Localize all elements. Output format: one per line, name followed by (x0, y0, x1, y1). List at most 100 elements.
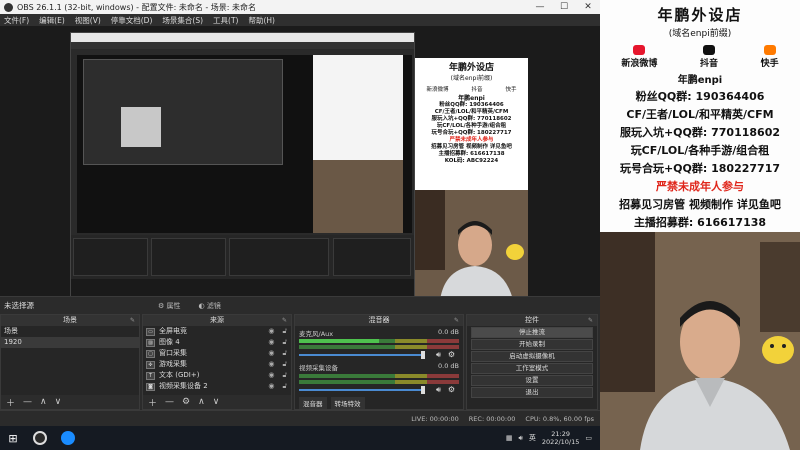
preview-canvas[interactable]: 年鹏外设店 (域名enpi前缀) 新浪微博 抖音 快手 年鹏enpi 粉丝QQ群… (0, 26, 600, 300)
menu-edit[interactable]: 编辑(E) (39, 15, 65, 26)
speaker-icon[interactable]: 🔊︎ (436, 350, 441, 360)
eye-icon[interactable]: ◉ (268, 381, 274, 392)
nested-social-douyin: 抖音 (471, 87, 483, 93)
lock-icon[interactable]: 🔓︎ (282, 381, 287, 392)
filters-button[interactable]: ◐ 滤镜 (199, 301, 221, 311)
volume-icon[interactable]: 🔊︎ (518, 434, 522, 443)
volume-slider[interactable]: 🔊︎ ⚙ (299, 385, 459, 395)
eye-icon[interactable]: ◉ (268, 337, 274, 348)
dock-float-icon[interactable]: ✎ (588, 315, 593, 326)
settings-button[interactable]: 设置 (471, 375, 593, 386)
slider-knob[interactable] (421, 386, 425, 394)
input-language[interactable]: 英 (529, 433, 536, 443)
scene-item[interactable]: 场景 (1, 326, 139, 337)
channel-name: 视频采集设备 (299, 364, 338, 372)
info-line: CF/王者/LOL/和平精英/CFM (626, 108, 774, 121)
network-icon[interactable]: ▦ (506, 434, 513, 442)
virtual-camera-button[interactable]: 启动虚拟摄像机 (471, 351, 593, 362)
nested-thumb (121, 107, 161, 147)
source-item[interactable]: T 文本 (GDI+) ◉ 🔓︎ (143, 370, 291, 381)
eye-icon[interactable]: ◉ (268, 359, 274, 370)
scenes-title: 场景 (63, 316, 77, 324)
controls-dock: 控件 ✎ 停止推流 开始录制 启动虚拟摄像机 工作室模式 设置 退出 (466, 314, 598, 410)
move-down-icon[interactable]: ∨ (55, 397, 62, 407)
gear-icon[interactable]: ⚙ (448, 350, 455, 359)
tab-mixer[interactable]: 混音器 (299, 397, 327, 409)
lock-icon[interactable]: 🔓︎ (282, 326, 287, 337)
gear-icon[interactable]: ⚙ (448, 385, 455, 394)
lock-icon[interactable]: 🔓︎ (282, 337, 287, 348)
remove-icon[interactable]: — (23, 397, 32, 407)
notification-icon[interactable]: ▭ (585, 434, 592, 442)
dock-float-icon[interactable]: ✎ (130, 315, 135, 326)
volume-meter (299, 345, 459, 349)
windows-start-icon[interactable]: ⊞ (0, 432, 26, 445)
dock-float-icon[interactable]: ✎ (454, 315, 459, 326)
studio-mode-button[interactable]: 工作室模式 (471, 363, 593, 374)
weibo-icon (633, 45, 646, 55)
volume-slider[interactable]: 🔊︎ ⚙ (299, 350, 459, 360)
mixer-title: 混音器 (368, 316, 390, 324)
scene-item[interactable]: 1920 (1, 337, 139, 348)
gear-icon[interactable]: ⚙ (182, 397, 190, 407)
add-icon[interactable]: ＋ (6, 396, 15, 409)
channel-db: 0.0 dB (438, 328, 459, 336)
source-item[interactable]: ▭ 全屏电竞 ◉ 🔓︎ (143, 326, 291, 337)
minimize-icon[interactable]: — (528, 2, 552, 12)
move-up-icon[interactable]: ∧ (198, 397, 205, 407)
eye-icon[interactable]: ◉ (268, 326, 274, 337)
clock-date: 2022/10/15 (541, 438, 580, 446)
text-icon: T (146, 371, 155, 380)
filters-label: 滤镜 (206, 301, 221, 310)
status-bar: LIVE: 00:00:00 REC: 00:00:00 CPU: 0.8%, … (0, 410, 600, 426)
source-label: 全屏电竞 (159, 327, 187, 335)
menu-scene-collection[interactable]: 场景集合(S) (162, 15, 203, 26)
eye-icon[interactable]: ◉ (268, 370, 274, 381)
source-item[interactable]: ◙ 视频采集设备 2 ◉ 🔓︎ (143, 381, 291, 392)
maximize-icon[interactable]: ☐ (552, 2, 576, 12)
sources-dock: 来源 ✎ ▭ 全屏电竞 ◉ 🔓︎ ▨ 图像 4 ◉ 🔓︎ ▢ 窗口采集 ◉ 🔓︎ ✜ 游戏采集 ◉ 🔓︎ … (142, 314, 292, 410)
nested-line: 玩CF/LOL/各种手游/组合租 (436, 123, 507, 129)
browser-taskbar-icon[interactable] (54, 426, 82, 450)
menu-help[interactable]: 帮助(H) (248, 15, 275, 26)
menu-view[interactable]: 视图(V) (75, 15, 101, 26)
mixer-channel: 视频采集设备 0.0 dB 🔊︎ ⚙ (295, 360, 463, 395)
clock[interactable]: 21:29 2022/10/15 (542, 430, 579, 446)
move-up-icon[interactable]: ∧ (40, 397, 47, 407)
nested-shop-subtitle: (域名enpi前缀) (450, 75, 493, 82)
eye-icon[interactable]: ◉ (268, 348, 274, 359)
menu-file[interactable]: 文件(F) (4, 15, 29, 26)
remove-icon[interactable]: — (165, 397, 174, 407)
lock-icon[interactable]: 🔓︎ (282, 359, 287, 370)
move-down-icon[interactable]: ∨ (213, 397, 220, 407)
menu-tools[interactable]: 工具(T) (213, 15, 238, 26)
system-tray: ▦ 🔊︎ 英 21:29 2022/10/15 ▭ (506, 430, 600, 446)
start-recording-button[interactable]: 开始录制 (471, 339, 593, 350)
speaker-icon[interactable]: 🔊︎ (436, 385, 441, 395)
obs-taskbar-icon[interactable] (26, 426, 54, 450)
slider-knob[interactable] (421, 351, 425, 359)
close-icon[interactable]: ✕ (576, 2, 600, 12)
properties-label: 属性 (166, 301, 181, 310)
info-line: 主播招募群: 616617138 (633, 216, 767, 229)
menu-docks[interactable]: 停靠文档(D) (111, 15, 153, 26)
nested-line: CF/王者/LOL/和平精英/CFM (434, 109, 509, 115)
social-label: 快手 (760, 59, 779, 69)
scenes-dock: 场景 ✎ 场景 1920 ＋ — ∧ ∨ (0, 314, 140, 410)
info-line: 玩号合玩+QQ群: 180227717 (619, 162, 781, 175)
source-item[interactable]: ▨ 图像 4 ◉ 🔓︎ (143, 337, 291, 348)
dock-float-icon[interactable]: ✎ (282, 315, 287, 326)
scenes-header: 场景 ✎ (1, 315, 139, 326)
source-toolbar: 未选择源 ⚙ 属性 ◐ 滤镜 (0, 296, 600, 314)
source-item[interactable]: ✜ 游戏采集 ◉ 🔓︎ (143, 359, 291, 370)
lock-icon[interactable]: 🔓︎ (282, 370, 287, 381)
properties-button[interactable]: ⚙ 属性 (158, 301, 181, 311)
tab-transitions[interactable]: 转场特效 (330, 397, 365, 409)
windows-taskbar: ⊞ ▦ 🔊︎ 英 21:29 2022/10/15 ▭ (0, 426, 600, 450)
stop-streaming-button[interactable]: 停止推流 (471, 327, 593, 338)
nested-line: 严禁未成年人参与 (449, 137, 494, 143)
source-item[interactable]: ▢ 窗口采集 ◉ 🔓︎ (143, 348, 291, 359)
exit-button[interactable]: 退出 (471, 387, 593, 398)
add-icon[interactable]: ＋ (148, 396, 157, 409)
lock-icon[interactable]: 🔓︎ (282, 348, 287, 359)
